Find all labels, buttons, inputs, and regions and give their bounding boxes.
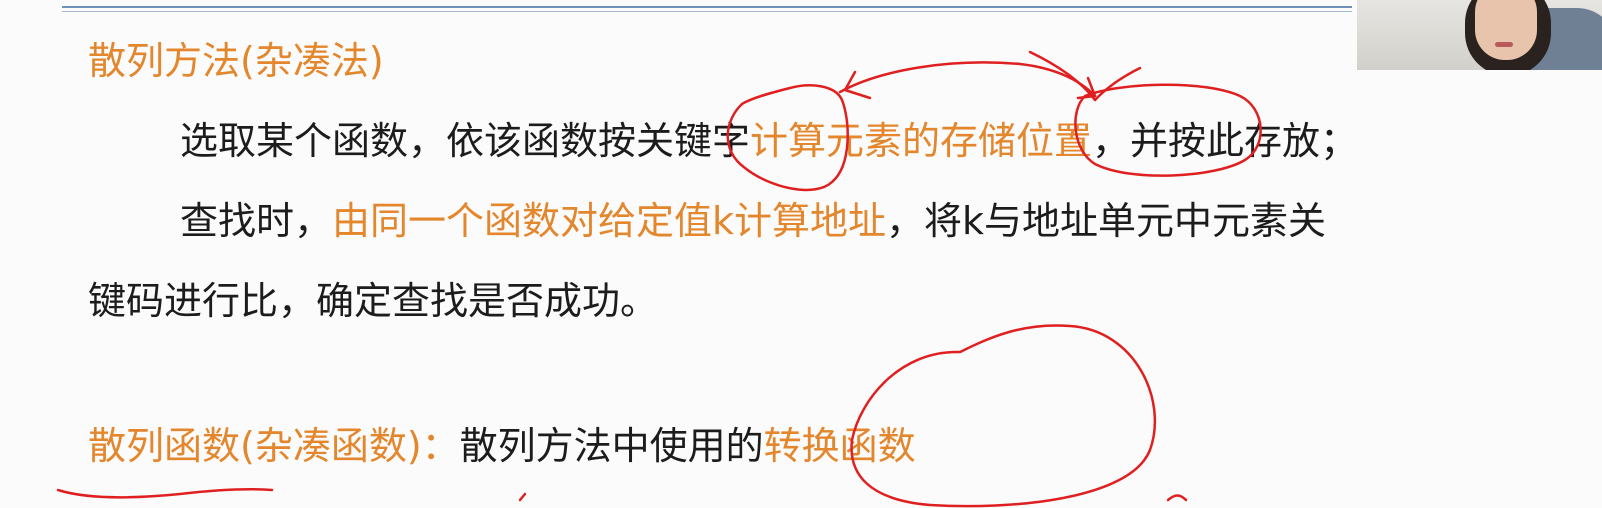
annotation-tick-middle [518,492,527,502]
annotation-underline-left [56,487,274,499]
para1-text-end: ，并按此存放； [1092,119,1359,163]
para1-text-start: 选取某个函数，依该函数按关键字 [180,119,751,163]
definition-text: 散列方法中使用的 [459,424,764,468]
header-rule-secondary [62,11,1352,12]
presenter-webcam-thumbnail [1357,0,1602,70]
annotation-arrowhead-right [1076,76,1097,100]
annotation-tick-right [1166,494,1188,502]
annotation-stroke-right-a [1028,50,1097,102]
section-heading-hash-function: 散列函数(杂凑函数)： [88,424,460,468]
para2-highlight: 由同一个函数对给定值k计算地址 [332,199,887,243]
lecture-slide: 散列方法(杂凑法) 选取某个函数，依该函数按关键字计算元素的存储位置，并按此存放… [0,0,1602,508]
section-heading-hashing-method: 散列方法(杂凑法) [88,39,384,83]
para2-text-start: 查找时， [180,199,333,243]
annotation-arc-arrow [838,61,1097,98]
paragraph-line-1: 选取某个函数，依该函数按关键字计算元素的存储位置，并按此存放； [180,118,1358,164]
annotation-stroke-right-b [1093,66,1142,102]
para1-highlight: 计算元素的存储位置 [750,119,1093,163]
header-rule [62,6,1352,8]
annotation-circle-transform-function [850,324,1156,508]
para2-text-end: ，将k与地址单元中元素关 [886,199,1327,243]
hash-function-definition: 散列函数(杂凑函数)：散列方法中使用的转换函数 [88,423,916,469]
annotation-arrowhead-left [843,70,872,100]
para3-text: 键码进行比，确定查找是否成功。 [88,279,659,323]
paragraph-line-3: 键码进行比，确定查找是否成功。 [88,278,658,324]
paragraph-line-2: 查找时，由同一个函数对给定值k计算地址，将k与地址单元中元素关 [180,198,1326,244]
definition-highlight: 转换函数 [763,424,916,468]
